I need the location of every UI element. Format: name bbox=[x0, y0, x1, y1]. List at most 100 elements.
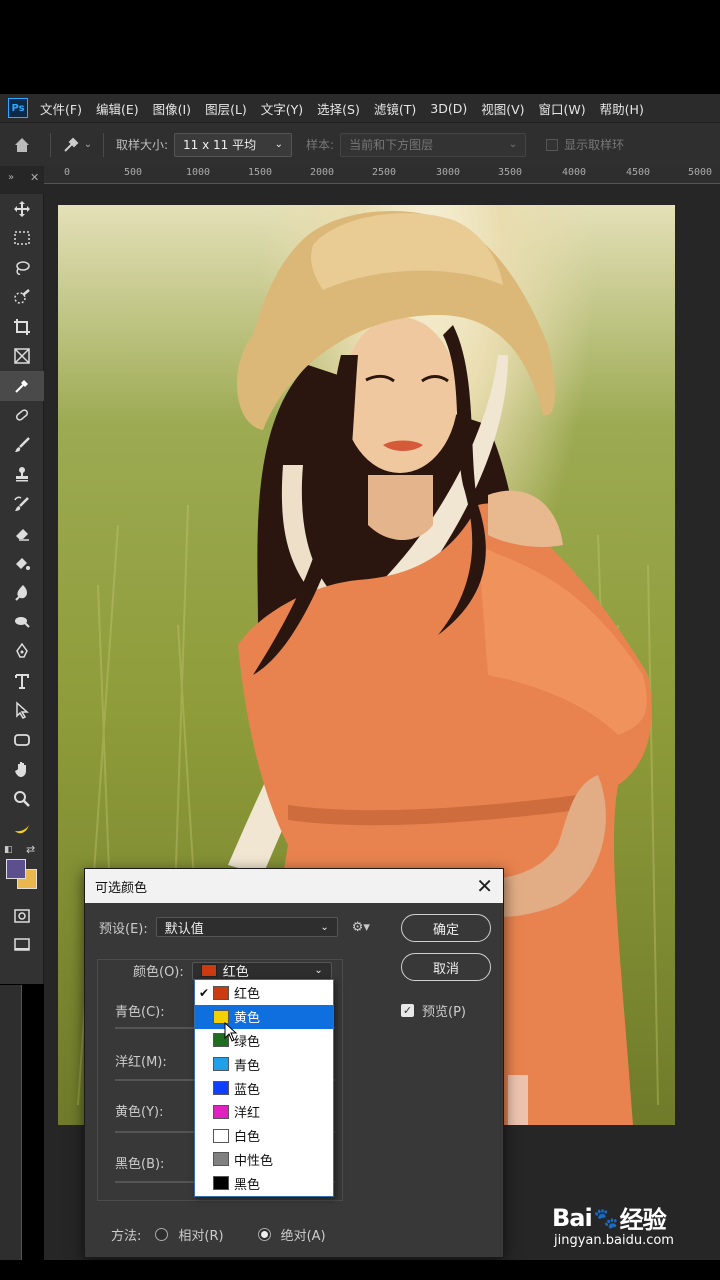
close-icon[interactable]: ✕ bbox=[30, 171, 39, 184]
screen-mode-icon bbox=[14, 938, 30, 951]
type-icon bbox=[15, 673, 29, 689]
dropdown-item-black[interactable]: 黑色 bbox=[195, 1171, 333, 1195]
ok-button[interactable]: 确定 bbox=[401, 914, 491, 942]
cancel-button[interactable]: 取消 bbox=[401, 953, 491, 981]
ruler-tick-label: 4500 bbox=[626, 167, 651, 178]
preset-label: 预设(E): bbox=[99, 921, 148, 937]
photoshop-logo: Ps bbox=[8, 98, 28, 118]
history-brush-icon bbox=[14, 496, 29, 511]
hand-tool[interactable] bbox=[0, 755, 44, 785]
dropdown-item-cyan[interactable]: 青色 bbox=[195, 1052, 333, 1076]
dropdown-item-blue[interactable]: 蓝色 bbox=[195, 1076, 333, 1100]
crop-tool[interactable] bbox=[0, 312, 44, 342]
expand-icon[interactable]: » bbox=[8, 172, 14, 183]
sample-size-select[interactable]: 11 x 11 平均 ⌄ bbox=[174, 132, 293, 157]
yellow-label: 黄色(Y): bbox=[115, 1105, 164, 1120]
move-icon bbox=[14, 200, 30, 217]
absolute-label: 绝对(A) bbox=[280, 1229, 326, 1244]
watermark-url: jingyan.baidu.com bbox=[554, 1233, 674, 1248]
eraser-icon bbox=[16, 529, 29, 541]
type-tool[interactable] bbox=[0, 666, 44, 696]
dropdown-item-red[interactable]: ✔ 红色 bbox=[195, 981, 333, 1005]
banana-icon bbox=[15, 825, 29, 834]
black-label: 黑色(B): bbox=[115, 1157, 165, 1172]
healing-tool[interactable] bbox=[0, 401, 44, 431]
stamp-tool[interactable] bbox=[0, 460, 44, 490]
preview-checkbox[interactable]: ✓ bbox=[401, 1004, 414, 1017]
menu-window[interactable]: 窗口(W) bbox=[539, 99, 586, 118]
menu-filter[interactable]: 滤镜(T) bbox=[374, 99, 416, 118]
colors-label: 颜色(O): bbox=[133, 965, 184, 980]
lasso-tool[interactable] bbox=[0, 253, 44, 283]
dropdown-item-label: 蓝色 bbox=[234, 1082, 261, 1098]
history-brush-tool[interactable] bbox=[0, 489, 44, 519]
home-icon[interactable] bbox=[0, 123, 44, 167]
menu-file[interactable]: 文件(F) bbox=[40, 99, 82, 118]
color-swatches: ◧ ⇄ bbox=[0, 843, 43, 901]
menu-select[interactable]: 选择(S) bbox=[317, 99, 360, 118]
eyedropper-tool[interactable] bbox=[0, 371, 44, 401]
eraser-tool[interactable] bbox=[0, 519, 44, 549]
brush-icon bbox=[15, 436, 30, 452]
pen-tool[interactable] bbox=[0, 637, 44, 667]
gradient-icon bbox=[16, 557, 30, 570]
menu-help[interactable]: 帮助(H) bbox=[600, 99, 644, 118]
quick-select-tool[interactable] bbox=[0, 283, 44, 313]
colors-select[interactable]: 红色 ⌄ bbox=[191, 961, 332, 980]
vertical-ruler bbox=[0, 985, 22, 1260]
menu-edit[interactable]: 编辑(E) bbox=[96, 99, 139, 118]
dropdown-item-yellow[interactable]: 黄色 bbox=[195, 1004, 333, 1029]
dropdown-item-white[interactable]: 白色 bbox=[195, 1124, 333, 1148]
ruler-tick-label: 3000 bbox=[436, 167, 461, 178]
sample-size-label: 取样大小: bbox=[116, 138, 169, 152]
zoom-tool[interactable] bbox=[0, 784, 44, 814]
move-tool[interactable] bbox=[0, 194, 44, 224]
crop-icon bbox=[14, 318, 30, 335]
dropdown-item-neutral[interactable]: 中性色 bbox=[195, 1148, 333, 1172]
dropdown-item-green[interactable]: 绿色 bbox=[195, 1029, 333, 1053]
chevron-down-icon: ⌄ bbox=[274, 139, 284, 150]
path-select-tool[interactable] bbox=[0, 696, 44, 726]
menu-layer[interactable]: 图层(L) bbox=[205, 99, 247, 118]
swap-colors-icon[interactable]: ⇄ bbox=[26, 843, 35, 856]
ruler-tick-label: 1000 bbox=[186, 167, 211, 178]
shape-tool[interactable] bbox=[0, 725, 44, 755]
preview-label: 预览(P) bbox=[422, 1005, 466, 1020]
divider bbox=[103, 132, 104, 157]
dropdown-item-label: 黑色 bbox=[234, 1177, 261, 1193]
show-ring-checkbox[interactable] bbox=[546, 138, 559, 151]
marquee-tool[interactable] bbox=[0, 224, 44, 254]
color-swatch bbox=[213, 1176, 229, 1191]
color-swatch bbox=[213, 1057, 229, 1072]
menu-view[interactable]: 视图(V) bbox=[481, 99, 524, 118]
eyedropper-preset-icon[interactable]: ⌄ bbox=[57, 136, 97, 154]
dodge-tool[interactable] bbox=[0, 607, 44, 637]
default-colors-icon[interactable]: ◧ bbox=[4, 845, 13, 855]
gradient-tool[interactable] bbox=[0, 548, 44, 578]
relative-label: 相对(R) bbox=[178, 1229, 224, 1244]
healing-icon bbox=[15, 409, 29, 421]
absolute-radio[interactable] bbox=[257, 1228, 271, 1241]
relative-radio[interactable] bbox=[155, 1228, 169, 1241]
quick-mask-tool[interactable] bbox=[0, 901, 44, 931]
brush-tool[interactable] bbox=[0, 430, 44, 460]
preset-select[interactable]: 默认值 ⌄ bbox=[155, 917, 338, 937]
colors-value: 红色 bbox=[222, 965, 249, 980]
banana-tool[interactable] bbox=[0, 814, 44, 844]
sample-select[interactable]: 当前和下方图层 ⌄ bbox=[340, 132, 527, 157]
menu-type[interactable]: 文字(Y) bbox=[261, 99, 303, 118]
close-icon[interactable]: ✕ bbox=[476, 876, 493, 896]
menu-3d[interactable]: 3D(D) bbox=[430, 101, 467, 116]
method-row: 方法: 相对(R) 绝对(A) bbox=[111, 1225, 326, 1244]
dodge-icon bbox=[15, 616, 30, 628]
gear-icon[interactable]: ⚙▾ bbox=[352, 920, 370, 935]
dropdown-item-magenta[interactable]: 洋红 bbox=[195, 1100, 333, 1124]
ruler-tick-label: 5000 bbox=[688, 167, 713, 178]
blur-tool[interactable] bbox=[0, 578, 44, 608]
screen-mode-tool[interactable] bbox=[0, 931, 44, 961]
sample-size-value: 11 x 11 平均 bbox=[183, 138, 257, 152]
options-bar: ⌄ 取样大小: 11 x 11 平均 ⌄ 样本: 当前和下方图层 ⌄ 显示取样环 bbox=[0, 122, 720, 166]
frame-tool[interactable] bbox=[0, 342, 44, 372]
menu-image[interactable]: 图像(I) bbox=[153, 99, 191, 118]
foreground-color-swatch[interactable] bbox=[6, 859, 26, 879]
